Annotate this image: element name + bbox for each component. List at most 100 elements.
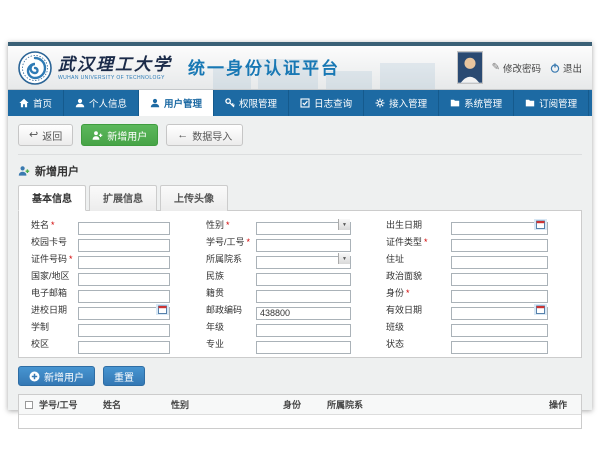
import-label: 数据导入	[192, 128, 232, 143]
required-mark	[404, 288, 410, 298]
col-student-id: 学号/工号	[39, 398, 103, 411]
nav-item-system-management[interactable]: 系统管理	[439, 90, 514, 116]
back-label: 返回	[42, 128, 62, 143]
status-input[interactable]	[451, 341, 548, 354]
tab-basic-info[interactable]: 基本信息	[18, 185, 86, 211]
valid-date-field	[451, 303, 548, 316]
change-password-label: 修改密码	[503, 61, 541, 75]
student-id-input[interactable]	[256, 239, 351, 252]
plus-circle-icon	[29, 371, 40, 382]
nav-label: 日志查询	[314, 96, 352, 110]
form-row: 证件号码 所属院系 ▼ 住址	[23, 250, 581, 267]
tab-upload-avatar[interactable]: 上传头像	[160, 185, 228, 211]
nav-item-access-management[interactable]: 接入管理	[364, 90, 439, 116]
campus-card-input[interactable]	[78, 239, 170, 252]
back-button[interactable]: ↩ 返回	[18, 124, 73, 146]
schooling-length-input[interactable]	[78, 324, 170, 337]
postal-code-input[interactable]	[256, 307, 351, 320]
chevron-down-icon[interactable]: ▼	[338, 219, 350, 230]
required-mark	[67, 254, 73, 264]
select-all-checkbox[interactable]	[25, 401, 33, 409]
id-type-label: 证件类型	[386, 235, 451, 248]
col-department: 所属院系	[327, 398, 549, 411]
class-input[interactable]	[451, 324, 548, 337]
reset-button[interactable]: 重置	[103, 366, 145, 386]
user-add-icon	[18, 165, 30, 177]
nav-item-permission-management[interactable]: 权限管理	[214, 90, 289, 116]
nav-label: 系统管理	[464, 96, 502, 110]
department-select-value	[256, 256, 351, 269]
country-region-input[interactable]	[78, 273, 170, 286]
form-row: 国家/地区 民族 政治面貌	[23, 267, 581, 284]
political-status-input[interactable]	[451, 273, 548, 286]
change-password-link[interactable]: ✎ 修改密码	[492, 61, 541, 75]
nav-label: 订阅管理	[539, 96, 577, 110]
id-type-input[interactable]	[451, 239, 548, 252]
nav-label: 权限管理	[239, 96, 277, 110]
add-user-label: 新增用户	[107, 128, 147, 143]
identity-label: 身份	[386, 286, 451, 299]
major-input[interactable]	[256, 341, 351, 354]
ethnicity-input[interactable]	[256, 273, 351, 286]
calendar-icon[interactable]	[156, 304, 169, 315]
person-icon	[150, 98, 160, 108]
native-place-input[interactable]	[256, 290, 351, 303]
department-select[interactable]: ▼	[256, 252, 351, 265]
address-label: 住址	[386, 252, 451, 265]
reset-label: 重置	[114, 369, 134, 384]
col-identity: 身份	[283, 398, 327, 411]
person-icon	[75, 98, 85, 108]
nav-item-log-query[interactable]: 日志查询	[289, 90, 364, 116]
nav-item-home[interactable]: 首页	[8, 90, 64, 116]
section-title: 新增用户	[18, 163, 582, 179]
add-user-submit-button[interactable]: 新增用户	[18, 366, 95, 386]
department-label: 所属院系	[206, 252, 256, 265]
grade-input[interactable]	[256, 324, 351, 337]
add-user-toolbar-button[interactable]: 新增用户	[81, 124, 158, 146]
email-label: 电子邮箱	[23, 286, 78, 299]
major-label: 专业	[206, 337, 256, 350]
nav-label: 首页	[33, 96, 52, 110]
logout-label: 退出	[563, 61, 582, 75]
nav-item-personal-info[interactable]: 个人信息	[64, 90, 139, 116]
nav-item-user-management[interactable]: 用户管理	[139, 90, 214, 116]
student-id-label: 学号/工号	[206, 235, 256, 248]
political-status-label: 政治面貌	[386, 269, 451, 282]
form-tabs: 基本信息 扩展信息 上传头像	[18, 185, 582, 210]
name-input[interactable]	[78, 222, 170, 235]
nav-item-subscription-management[interactable]: 订阅管理	[514, 90, 589, 116]
platform-title: 统一身份认证平台	[188, 51, 340, 79]
gender-select[interactable]: ▼	[256, 218, 351, 231]
form-actions: 新增用户 重置	[18, 366, 582, 386]
logout-link[interactable]: 退出	[550, 61, 582, 75]
calendar-icon[interactable]	[534, 219, 547, 230]
identity-input[interactable]	[451, 290, 548, 303]
status-label: 状态	[386, 337, 451, 350]
nav-label: 个人信息	[89, 96, 127, 110]
entry-date-label: 进校日期	[23, 303, 78, 316]
col-name: 姓名	[103, 398, 171, 411]
id-number-label: 证件号码	[23, 252, 78, 265]
user-plus-icon	[92, 130, 103, 141]
section-title-label: 新增用户	[35, 163, 79, 179]
gender-select-value	[256, 222, 351, 235]
chevron-down-icon[interactable]: ▼	[338, 253, 350, 264]
entry-date-field	[78, 303, 170, 316]
data-import-button[interactable]: ← 数据导入	[166, 124, 243, 146]
app-window: 武汉理工大学 WUHAN UNIVERSITY OF TECHNOLOGY 统一…	[8, 42, 592, 410]
required-mark	[422, 237, 428, 247]
tab-extended-info[interactable]: 扩展信息	[89, 185, 157, 211]
folder-icon	[525, 98, 535, 108]
email-input[interactable]	[78, 290, 170, 303]
university-emblem-icon	[18, 51, 52, 85]
university-name-cn: 武汉理工大学	[58, 56, 172, 75]
required-mark	[224, 220, 230, 230]
campus-input[interactable]	[78, 341, 170, 354]
calendar-icon[interactable]	[534, 304, 547, 315]
address-input[interactable]	[451, 256, 548, 269]
id-number-input[interactable]	[78, 256, 170, 269]
power-icon	[550, 63, 560, 73]
col-actions: 操作	[549, 398, 581, 411]
nav-label: 接入管理	[389, 96, 427, 110]
col-gender: 性别	[171, 398, 283, 411]
